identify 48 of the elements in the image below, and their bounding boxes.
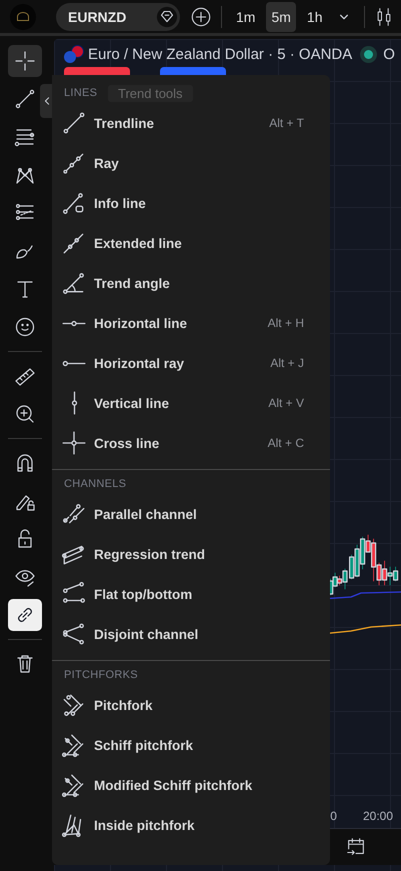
crosshair-icon — [13, 49, 37, 73]
menu-item[interactable]: Trendline Alt + T — [52, 103, 330, 143]
tool-button[interactable] — [8, 45, 42, 77]
horizontal-line-icon — [61, 320, 87, 326]
angle-icon — [61, 270, 87, 296]
menu-item[interactable]: Flat top/bottom — [52, 574, 330, 614]
line-icon — [61, 110, 87, 136]
time-label: 20:00 — [362, 809, 393, 823]
horizontal-line-icon — [61, 360, 87, 366]
channel-icon — [61, 621, 87, 647]
flag-icon — [64, 45, 84, 63]
menu-item[interactable]: Vertical line Alt + V — [52, 383, 330, 423]
chevron-left-icon — [43, 96, 51, 106]
vertical-line-icon — [70, 390, 78, 416]
cross-line-icon — [61, 430, 87, 456]
section-header: LINES — [64, 87, 98, 101]
trendline-icon — [13, 87, 37, 111]
menu-item[interactable]: Horizontal line Alt + H — [52, 303, 330, 343]
status-dot — [364, 50, 374, 58]
menu-item[interactable]: Regression trend — [52, 534, 330, 574]
time-label: 0 — [330, 809, 337, 823]
section-header: CHANNELS — [64, 478, 126, 492]
calendar-icon[interactable] — [345, 836, 367, 858]
interval-button[interactable]: 5m — [266, 2, 296, 32]
menu-item[interactable]: Inside pitchfork — [52, 805, 330, 845]
menu-item[interactable]: Ray — [52, 143, 330, 183]
logo-icon[interactable] — [10, 4, 36, 30]
interval-button[interactable]: 1m — [231, 2, 260, 32]
symbol-field[interactable]: EURNZD — [56, 2, 180, 30]
menu-item[interactable]: Trend angle — [52, 263, 330, 303]
chevron-down-icon[interactable] — [339, 12, 350, 22]
symbol-title: Euro / New Zealand Dollar · 5 · OANDA — [88, 46, 352, 62]
menu-item[interactable]: Disjoint channel — [52, 614, 330, 654]
menu-item[interactable]: Pitchfork — [52, 685, 330, 725]
add-icon[interactable] — [190, 6, 212, 28]
interval-button[interactable]: 1h — [302, 2, 328, 32]
menu-item[interactable]: Modified Schiff pitchfork — [52, 765, 330, 805]
section-header: PITCHFORKS — [64, 669, 138, 683]
menu-item[interactable]: Schiff pitchfork — [52, 725, 330, 765]
tool-button[interactable] — [8, 599, 42, 631]
menu-item[interactable]: Horizontal ray Alt + J — [52, 343, 330, 383]
menu-item[interactable]: Cross line Alt + C — [52, 423, 330, 463]
menu-item[interactable]: Info line — [52, 183, 330, 223]
status-text: O — [383, 46, 395, 62]
menu-item[interactable]: Extended line — [52, 223, 330, 263]
smiley-icon — [13, 315, 37, 339]
menu-item[interactable]: Parallel channel — [52, 494, 330, 534]
tooltip: Trend tools — [108, 85, 193, 102]
